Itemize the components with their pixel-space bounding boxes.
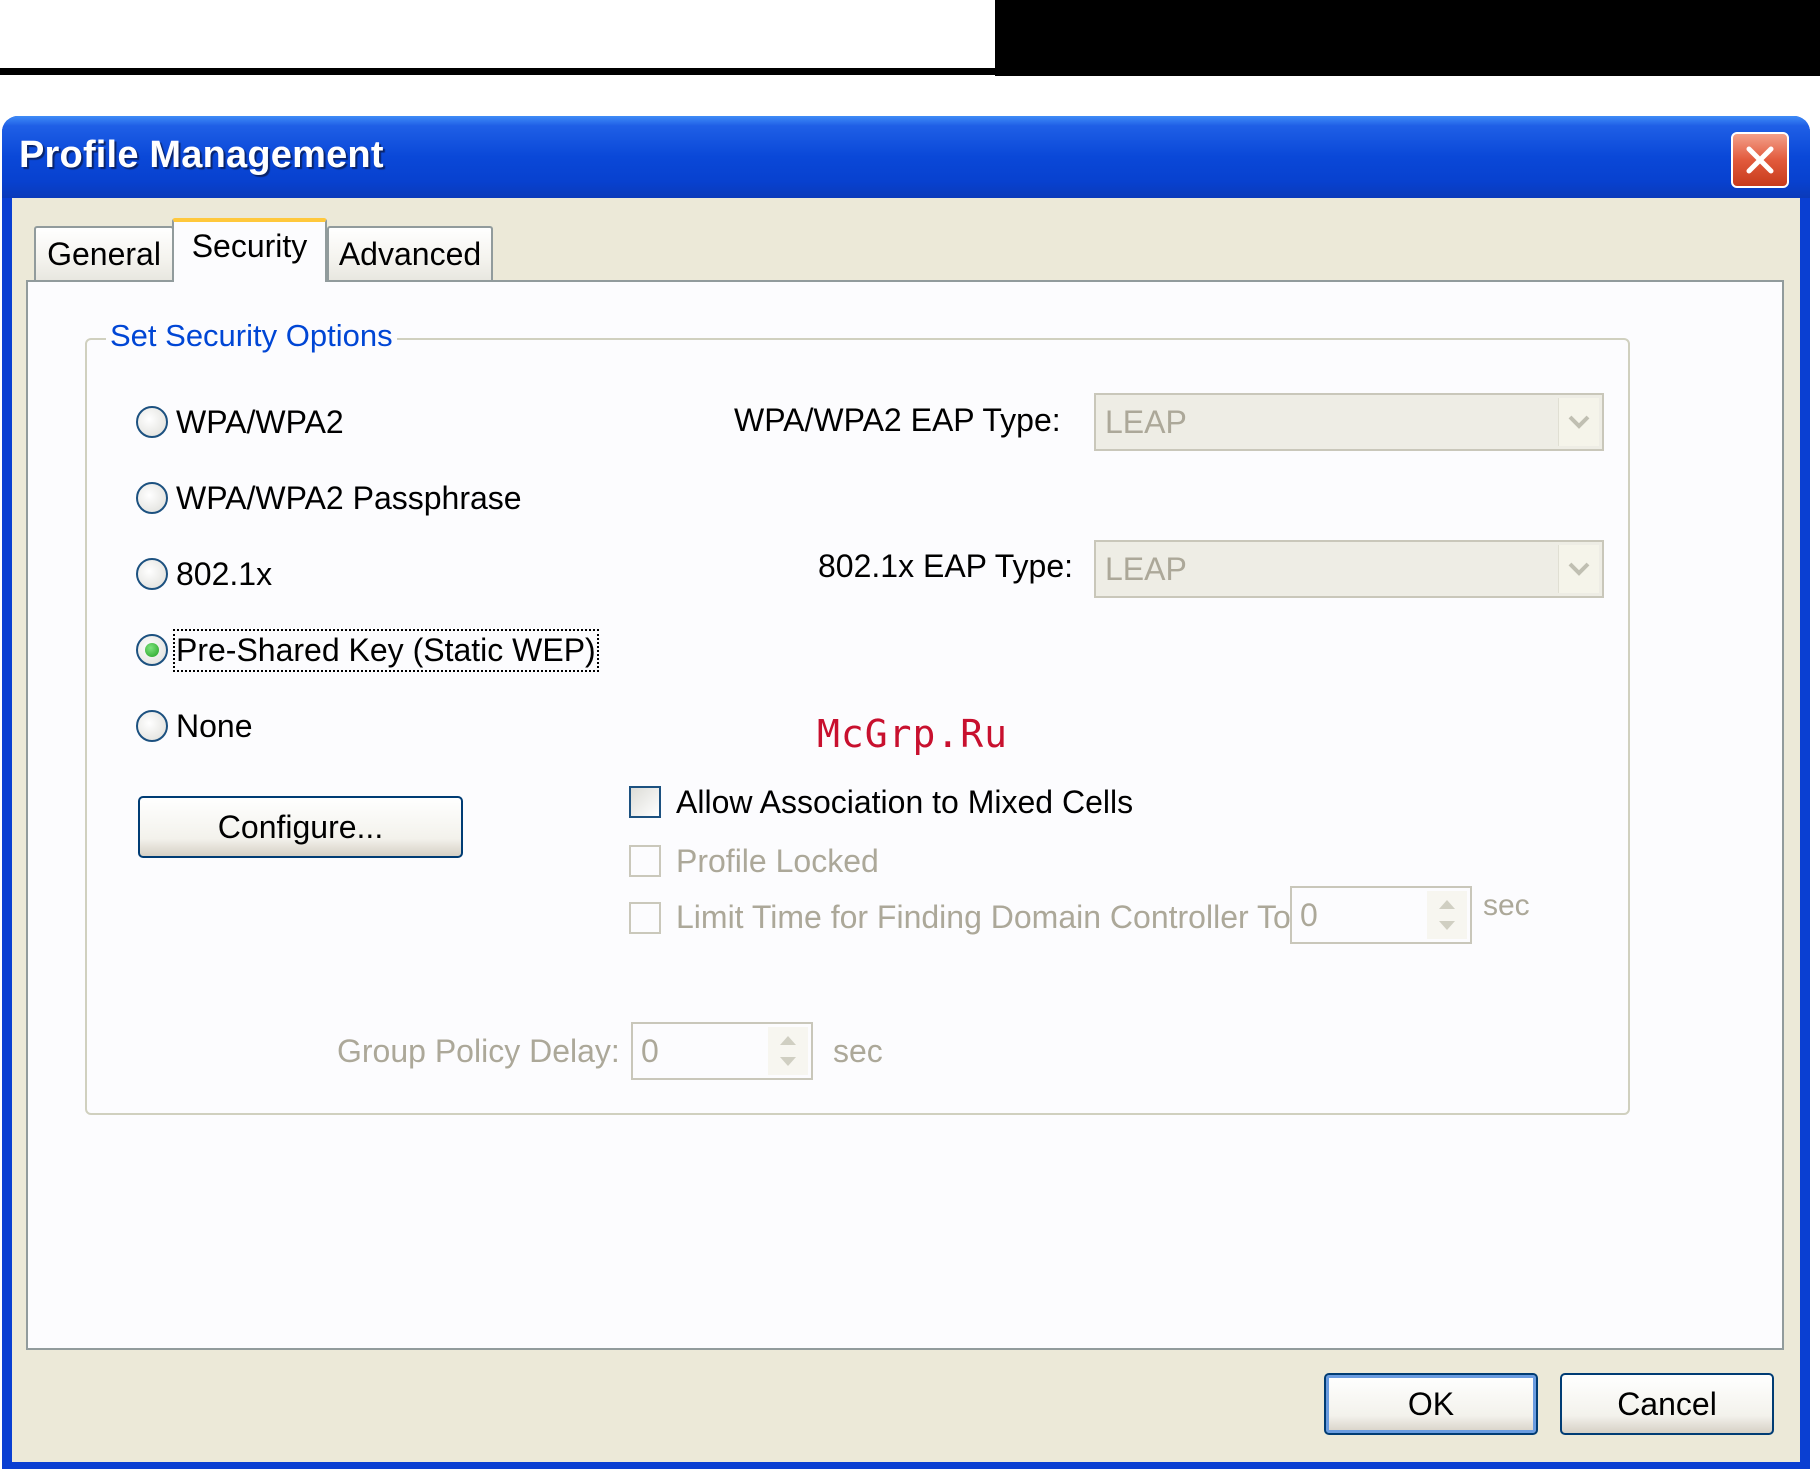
- top-rule-line: [0, 68, 995, 75]
- group-policy-delay-unit: sec: [833, 1033, 883, 1069]
- close-button[interactable]: [1731, 132, 1789, 188]
- tab-general[interactable]: General: [34, 226, 174, 280]
- radio-none-label: None: [176, 707, 253, 744]
- radio-button[interactable]: [136, 482, 168, 514]
- radio-none[interactable]: None: [136, 706, 253, 746]
- radio-pre-shared-key-label: Pre-Shared Key (Static WEP): [173, 628, 599, 672]
- limit-time-unit: sec: [1483, 889, 1530, 922]
- radio-button[interactable]: [136, 406, 168, 438]
- radio-8021x-label: 802.1x: [176, 555, 273, 592]
- title-bar[interactable]: Profile Management: [2, 116, 1810, 198]
- close-icon: [1746, 146, 1774, 174]
- profile-locked-label: Profile Locked: [676, 843, 879, 879]
- radio-selected-dot: [145, 643, 159, 657]
- radio-wpa[interactable]: WPA/WPA2: [136, 402, 344, 442]
- tab-security[interactable]: Security: [172, 218, 327, 282]
- tab-advanced[interactable]: Advanced: [327, 226, 493, 280]
- ok-button[interactable]: OK: [1324, 1373, 1538, 1435]
- dot1x-eap-type-value: LEAP: [1105, 551, 1187, 587]
- wpa-eap-type-label: WPA/WPA2 EAP Type:: [734, 402, 1061, 438]
- spin-down-icon: [780, 1057, 796, 1066]
- group-title: Set Security Options: [106, 318, 397, 354]
- spin-up-icon: [1439, 900, 1455, 909]
- limit-time-checkbox[interactable]: [629, 902, 661, 934]
- tab-security-label: Security: [191, 228, 308, 264]
- wpa-eap-type-value: LEAP: [1105, 404, 1187, 440]
- dropdown-arrow[interactable]: [1558, 545, 1599, 593]
- profile-locked-checkbox[interactable]: [629, 845, 661, 877]
- dialog-client-area: General Security Advanced Set Security O…: [12, 198, 1800, 1462]
- limit-time-spinner[interactable]: 0: [1290, 886, 1472, 944]
- security-tab-panel: Set Security Options WPA/WPA2 WPA/WPA2 P…: [26, 280, 1784, 1350]
- allow-mixed-cells-label: Allow Association to Mixed Cells: [676, 784, 1134, 820]
- dot1x-eap-type-label: 802.1x EAP Type:: [818, 548, 1073, 584]
- tab-advanced-label: Advanced: [338, 236, 482, 272]
- spinner-arrows[interactable]: [768, 1027, 808, 1075]
- group-policy-delay-label: Group Policy Delay:: [337, 1033, 620, 1069]
- dropdown-arrow[interactable]: [1558, 398, 1599, 446]
- watermark-text: McGrp.Ru: [817, 712, 1009, 756]
- spin-up-icon: [780, 1036, 796, 1045]
- group-policy-delay-value: 0: [641, 1033, 659, 1069]
- spin-down-icon: [1439, 921, 1455, 930]
- radio-button[interactable]: [136, 710, 168, 742]
- wpa-eap-type-select[interactable]: LEAP: [1094, 393, 1604, 451]
- cancel-button[interactable]: Cancel: [1560, 1373, 1774, 1435]
- dot1x-eap-type-select[interactable]: LEAP: [1094, 540, 1604, 598]
- chevron-down-icon: [1568, 415, 1590, 429]
- radio-button-selected[interactable]: [136, 634, 168, 666]
- group-policy-delay-spinner[interactable]: 0: [631, 1022, 813, 1080]
- radio-pre-shared-key[interactable]: Pre-Shared Key (Static WEP): [136, 628, 599, 672]
- tab-general-label: General: [47, 236, 161, 272]
- radio-wpa-passphrase[interactable]: WPA/WPA2 Passphrase: [136, 478, 522, 518]
- limit-time-label: Limit Time for Finding Domain Controller…: [676, 899, 1300, 935]
- top-black-bar: [995, 0, 1820, 76]
- radio-8021x[interactable]: 802.1x: [136, 554, 272, 594]
- limit-time-value: 0: [1300, 897, 1318, 933]
- radio-wpa-label: WPA/WPA2: [176, 403, 344, 440]
- radio-wpa-passphrase-label: WPA/WPA2 Passphrase: [176, 479, 522, 516]
- profile-management-window: Profile Management General Security Adva…: [2, 116, 1810, 1469]
- radio-button[interactable]: [136, 558, 168, 590]
- configure-button[interactable]: Configure...: [138, 796, 463, 858]
- window-title: Profile Management: [19, 134, 384, 176]
- spinner-arrows[interactable]: [1427, 891, 1467, 939]
- allow-mixed-cells-checkbox[interactable]: [629, 786, 661, 818]
- chevron-down-icon: [1568, 562, 1590, 576]
